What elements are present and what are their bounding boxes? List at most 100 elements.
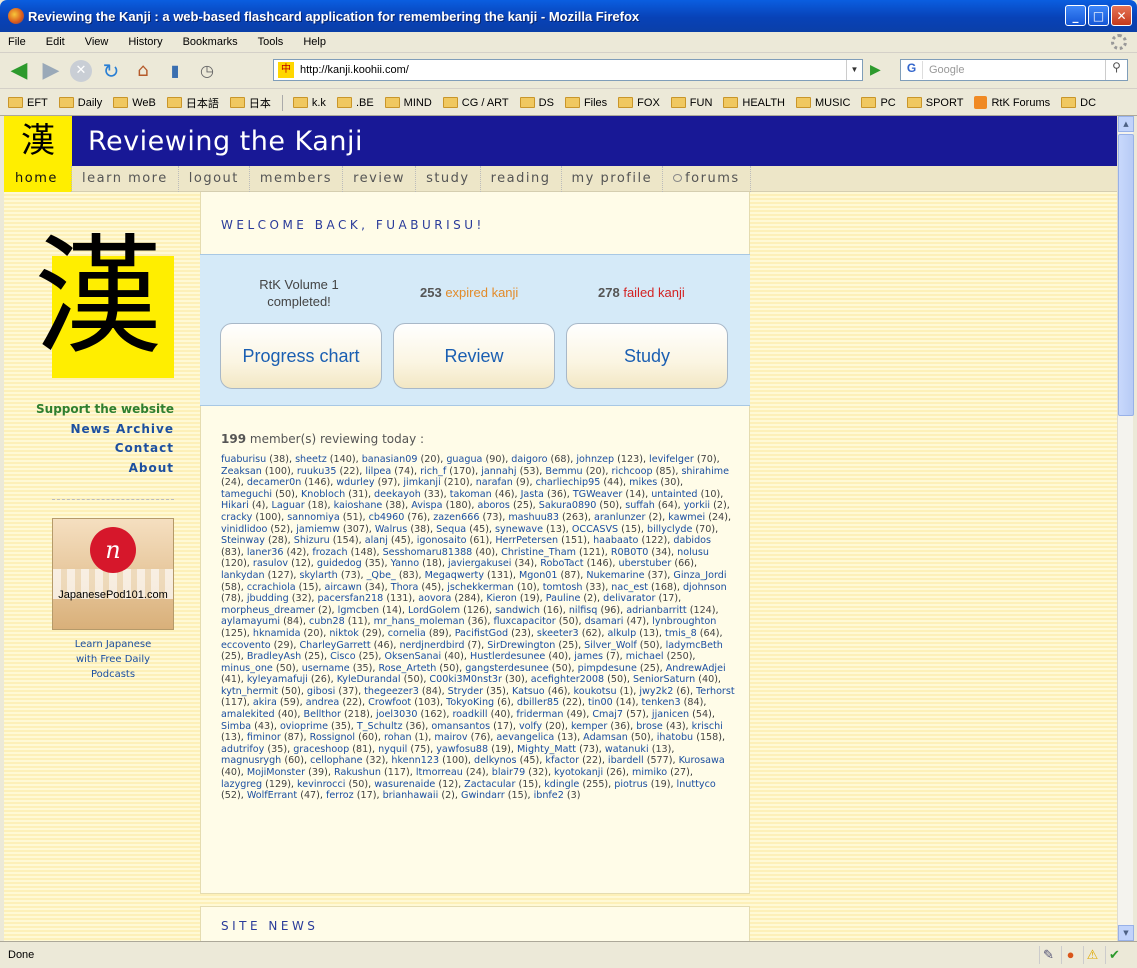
member-name-link[interactable]: cornelia xyxy=(388,628,426,639)
member-name-link[interactable]: alanj xyxy=(365,535,388,546)
member-name-link[interactable]: narafan xyxy=(476,477,513,488)
member-name-link[interactable]: lazygreg xyxy=(221,779,262,790)
nav-forums[interactable]: forums xyxy=(663,166,751,192)
member-name-link[interactable]: tmis_8 xyxy=(665,628,697,639)
scroll-up-icon[interactable]: ▲ xyxy=(1118,116,1134,132)
member-name-link[interactable]: tameguchi xyxy=(221,489,272,500)
member-name-link[interactable]: Rossignol xyxy=(310,732,355,743)
member-name-link[interactable]: thegeezer3 xyxy=(364,686,419,697)
member-name-link[interactable]: ihatobu xyxy=(657,732,693,743)
member-name-link[interactable]: eccovento xyxy=(221,640,271,651)
member-name-link[interactable]: fluxcapacitor xyxy=(493,616,555,627)
member-name-link[interactable]: richcoop xyxy=(612,466,653,477)
bookmark-item[interactable]: MUSIC xyxy=(796,97,850,109)
member-name-link[interactable]: R0B0T0 xyxy=(611,547,648,558)
member-name-link[interactable]: nac_est xyxy=(611,582,648,593)
member-name-link[interactable]: tomtosh xyxy=(543,582,583,593)
member-name-link[interactable]: yorkii xyxy=(684,500,710,511)
member-name-link[interactable]: kyleyamafuji xyxy=(247,674,308,685)
member-name-link[interactable]: pacersfan218 xyxy=(318,593,384,604)
member-name-link[interactable]: WolfErrant xyxy=(247,790,297,801)
member-name-link[interactable]: ladymcBeth xyxy=(666,640,723,651)
support-website-link[interactable]: Support the website xyxy=(4,400,174,420)
member-name-link[interactable]: Adamsan xyxy=(583,732,628,743)
member-name-link[interactable]: ltmorreau xyxy=(416,767,463,778)
bookmark-item[interactable]: DS xyxy=(519,97,554,109)
member-name-link[interactable]: niktok xyxy=(329,628,359,639)
menu-bookmarks[interactable]: Bookmarks xyxy=(183,36,238,48)
vertical-scrollbar[interactable]: ▲ ▼ xyxy=(1117,116,1134,941)
menu-history[interactable]: History xyxy=(128,36,162,48)
nav-my-profile[interactable]: my profile xyxy=(562,166,664,192)
member-name-link[interactable]: Sequa xyxy=(436,524,466,535)
member-name-link[interactable]: akira xyxy=(253,697,277,708)
bookmark-item[interactable]: k.k xyxy=(292,97,326,109)
member-name-link[interactable]: Stryder xyxy=(448,686,483,697)
member-name-link[interactable]: mimiko xyxy=(632,767,667,778)
bookmark-item[interactable]: .BE xyxy=(336,97,374,109)
scroll-down-icon[interactable]: ▼ xyxy=(1118,925,1134,941)
failed-kanji-stat[interactable]: 278 failed kanji xyxy=(598,285,685,300)
member-name-link[interactable]: OksenSanai xyxy=(384,651,441,662)
member-name-link[interactable]: Laguar xyxy=(272,500,305,511)
menu-edit[interactable]: Edit xyxy=(46,36,65,48)
member-name-link[interactable]: banasian09 xyxy=(362,454,418,465)
close-button[interactable]: ✕ xyxy=(1111,5,1132,26)
nav-reading[interactable]: reading xyxy=(481,166,562,192)
member-name-link[interactable]: ibnfe2 xyxy=(534,790,564,801)
member-name-link[interactable]: SirDrewington xyxy=(487,640,555,651)
member-name-link[interactable]: mr_hans_moleman xyxy=(374,616,465,627)
member-name-link[interactable]: HerrPetersen xyxy=(495,535,558,546)
member-name-link[interactable]: _Qbe_ xyxy=(367,570,396,581)
member-name-link[interactable]: aranlunzer xyxy=(594,512,646,523)
member-name-link[interactable]: mikes xyxy=(629,477,657,488)
study-button[interactable]: Study xyxy=(566,323,728,389)
member-name-link[interactable]: watanuki xyxy=(605,744,649,755)
member-name-link[interactable]: charliechip95 xyxy=(536,477,601,488)
member-name-link[interactable]: tenken3 xyxy=(642,697,681,708)
bookmark-item[interactable]: PC xyxy=(861,97,896,109)
maximize-button[interactable]: □ xyxy=(1088,5,1109,26)
bookmark-item[interactable]: SPORT xyxy=(906,97,963,109)
member-name-link[interactable]: Nukemarine xyxy=(586,570,644,581)
member-name-link[interactable]: blair79 xyxy=(492,767,525,778)
member-name-link[interactable]: Jasta xyxy=(521,489,544,500)
member-name-link[interactable]: delivarator xyxy=(603,593,655,604)
bookmark-item[interactable]: 日本語 xyxy=(166,95,219,111)
member-name-link[interactable]: laner36 xyxy=(247,547,284,558)
nav-review[interactable]: review xyxy=(343,166,417,192)
member-name-link[interactable]: friderman xyxy=(516,709,563,720)
member-name-link[interactable]: levifelger xyxy=(649,454,694,465)
member-name-link[interactable]: joel3030 xyxy=(376,709,418,720)
member-name-link[interactable]: guagua xyxy=(446,454,482,465)
member-name-link[interactable]: pimpdesune xyxy=(578,663,637,674)
member-name-link[interactable]: CharleyGarrett xyxy=(299,640,370,651)
member-name-link[interactable]: Bemmu xyxy=(545,466,582,477)
menu-file[interactable]: File xyxy=(8,36,26,48)
member-name-link[interactable]: adutrifoy xyxy=(221,744,264,755)
history-clock-icon[interactable]: ◷ xyxy=(194,58,220,84)
bookmark-item[interactable]: EFT xyxy=(8,97,48,109)
member-name-link[interactable]: cellophane xyxy=(310,755,362,766)
member-name-link[interactable]: vinidlidoo xyxy=(221,524,267,535)
member-name-link[interactable]: Crowfoot xyxy=(368,697,411,708)
member-name-link[interactable]: skylarth xyxy=(300,570,338,581)
member-name-link[interactable]: graceshoop xyxy=(293,744,349,755)
member-name-link[interactable]: aylamayumi xyxy=(221,616,280,627)
bookmark-page-icon[interactable]: ▮ xyxy=(162,58,188,84)
member-name-link[interactable]: rich_f xyxy=(420,466,446,477)
member-name-link[interactable]: jannahj xyxy=(481,466,516,477)
member-name-link[interactable]: jbudding xyxy=(247,593,289,604)
member-name-link[interactable]: daigoro xyxy=(511,454,547,465)
member-name-link[interactable]: aircawn xyxy=(324,582,361,593)
member-name-link[interactable]: TokyoKing xyxy=(446,697,494,708)
member-name-link[interactable]: morpheus_dreamer xyxy=(221,605,315,616)
member-name-link[interactable]: fiminor xyxy=(247,732,281,743)
member-name-link[interactable]: Katsuo xyxy=(512,686,545,697)
member-name-link[interactable]: johnzep xyxy=(576,454,614,465)
member-name-link[interactable]: sannomiya xyxy=(287,512,339,523)
member-name-link[interactable]: rasulov xyxy=(253,558,288,569)
member-name-link[interactable]: kaioshane xyxy=(334,500,383,511)
back-icon[interactable]: ◀ xyxy=(6,58,32,84)
member-name-link[interactable]: kemper xyxy=(571,721,607,732)
